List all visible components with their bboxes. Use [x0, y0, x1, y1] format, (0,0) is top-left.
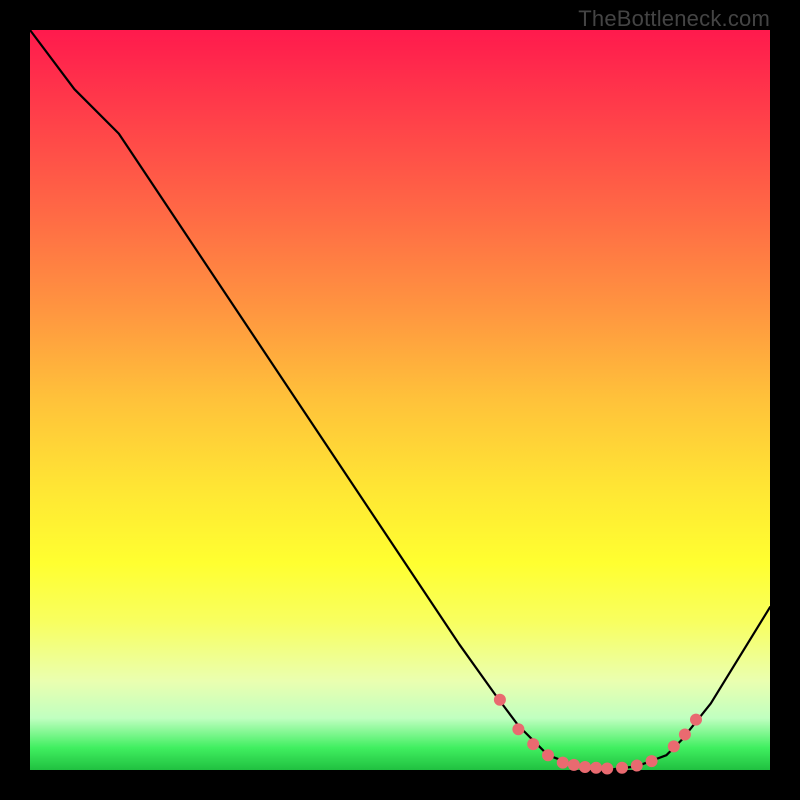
data-marker	[512, 723, 524, 735]
data-marker	[646, 755, 658, 767]
data-marker	[590, 762, 602, 774]
data-marker	[679, 728, 691, 740]
data-marker	[568, 759, 580, 771]
bottleneck-curve	[30, 30, 770, 770]
marker-group	[494, 694, 702, 775]
data-marker	[494, 694, 506, 706]
data-marker	[690, 714, 702, 726]
data-marker	[668, 740, 680, 752]
chart-outer-frame: TheBottleneck.com	[0, 0, 800, 800]
data-marker	[542, 749, 554, 761]
watermark-text: TheBottleneck.com	[578, 6, 770, 32]
data-marker	[601, 763, 613, 775]
data-marker	[579, 761, 591, 773]
data-marker	[616, 762, 628, 774]
chart-svg-layer	[30, 30, 770, 770]
data-marker	[557, 757, 569, 769]
data-marker	[527, 738, 539, 750]
data-marker	[631, 760, 643, 772]
